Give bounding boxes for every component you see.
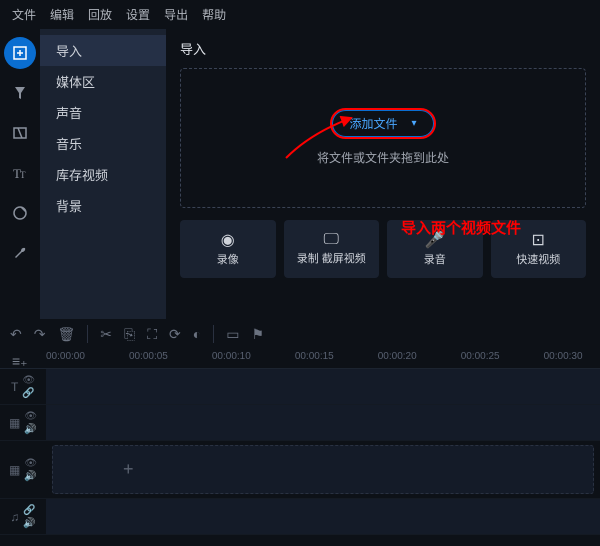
music-icon: ♫ [10, 510, 19, 524]
transition-icon[interactable]: ▭ [226, 326, 239, 343]
menu-export[interactable]: 导出 [158, 4, 194, 25]
import-panel: 导入 添加文件 ▾ 将文件或文件夹拖到此处 导入两个视频文件 ◉ 录像 🖵 录制… [166, 29, 600, 319]
time-ruler[interactable]: 00:00:00 00:00:05 00:00:10 00:00:15 00:0… [0, 349, 600, 369]
titles-icon[interactable]: TT [4, 157, 36, 189]
crop-icon[interactable]: ⛶ [147, 326, 157, 343]
panel-title: 导入 [180, 39, 586, 58]
speaker-icon[interactable]: 🔊 [24, 471, 37, 482]
plus-icon: + [123, 459, 134, 480]
capture-row: ◉ 录像 🖵 录制 截屏视频 🎤 录音 ⊡ 快速视频 [180, 220, 586, 278]
capture-video[interactable]: ◉ 录像 [180, 220, 276, 278]
delete-icon[interactable]: 🗑 [57, 326, 75, 343]
ruler-tick: 00:00:20 [378, 351, 417, 362]
svg-text:T: T [20, 170, 26, 180]
import-icon[interactable] [4, 37, 36, 69]
transitions-icon[interactable] [4, 117, 36, 149]
ruler-tick: 00:00:15 [295, 351, 334, 362]
link-icon[interactable]: 🔗 [22, 388, 35, 399]
ruler-tick: 00:00:30 [544, 351, 583, 362]
speaker-icon[interactable]: 🔊 [24, 424, 37, 435]
audio-track-head: ♫ 🔗 🔊 [0, 499, 46, 534]
speaker-icon[interactable]: 🔊 [23, 518, 35, 529]
monitor-icon: 🖵 [324, 231, 339, 249]
tool-rail: TT [0, 29, 40, 319]
sidebar-item-import[interactable]: 导入 [40, 35, 166, 66]
undo-icon[interactable]: ↶ [10, 326, 22, 343]
chevron-down-icon: ▾ [411, 118, 416, 129]
add-file-button[interactable]: 添加文件 ▾ [332, 110, 433, 137]
menu-playback[interactable]: 回放 [82, 4, 118, 25]
separator [87, 325, 88, 343]
timeline: ≡₊ 00:00:00 00:00:05 00:00:10 00:00:15 0… [0, 349, 600, 535]
sidebar-item-backgrounds[interactable]: 背景 [40, 190, 166, 221]
add-file-label: 添加文件 [349, 115, 397, 132]
bolt-icon: ⊡ [532, 230, 545, 250]
ruler-tick: 00:00:05 [129, 351, 168, 362]
sidebar-item-media[interactable]: 媒体区 [40, 66, 166, 97]
track-body[interactable] [46, 499, 600, 534]
add-track[interactable]: ▦ 👁 🔊 + [0, 441, 600, 499]
sidebar-item-sounds[interactable]: 声音 [40, 97, 166, 128]
redo-icon[interactable]: ↷ [34, 326, 46, 343]
drop-zone[interactable]: 添加文件 ▾ 将文件或文件夹拖到此处 [180, 68, 586, 208]
cut-icon[interactable]: ✂ [100, 326, 112, 343]
sidebar-item-music[interactable]: 音乐 [40, 128, 166, 159]
rotate-icon[interactable]: ⟳ [169, 326, 181, 343]
track-body[interactable] [46, 369, 600, 404]
add-track-body[interactable]: + [52, 445, 594, 494]
video-track[interactable]: ▦ 👁 🔊 [0, 405, 600, 441]
filters-icon[interactable] [4, 77, 36, 109]
sidebar-item-stock[interactable]: 库存视频 [40, 159, 166, 190]
capture-video-label: 录像 [217, 254, 239, 267]
drop-hint: 将文件或文件夹拖到此处 [317, 149, 449, 166]
menu-settings[interactable]: 设置 [120, 4, 156, 25]
tools-icon[interactable] [4, 237, 36, 269]
eye-icon[interactable]: 👁 [22, 375, 35, 386]
ruler-tick: 00:00:10 [212, 351, 251, 362]
video-icon: ▦ [9, 416, 20, 430]
capture-screen[interactable]: 🖵 录制 截屏视频 [284, 220, 380, 278]
annotation-text: 导入两个视频文件 [401, 217, 521, 238]
separator [213, 325, 214, 343]
camera-icon: ◉ [221, 230, 235, 250]
split-icon[interactable]: ⎘ [124, 326, 135, 343]
capture-audio-label: 录音 [424, 254, 446, 267]
title-track[interactable]: T 👁 🔗 [0, 369, 600, 405]
menu-file[interactable]: 文件 [6, 4, 42, 25]
audio-track[interactable]: ♫ 🔗 🔊 [0, 499, 600, 535]
add-track-icon[interactable]: ≡₊ [12, 353, 28, 370]
eye-icon[interactable]: 👁 [24, 411, 37, 422]
ruler-tick: 00:00:00 [46, 351, 85, 362]
capture-screen-label: 录制 截屏视频 [297, 253, 366, 266]
video-icon: ▦ [9, 463, 20, 477]
link-icon[interactable]: 🔗 [23, 505, 35, 516]
menu-help[interactable]: 帮助 [196, 4, 232, 25]
stickers-icon[interactable] [4, 197, 36, 229]
capture-quick-label: 快速视频 [516, 254, 560, 267]
menu-edit[interactable]: 编辑 [44, 4, 80, 25]
marker-icon[interactable]: ⚑ [251, 326, 264, 343]
menu-bar: 文件 编辑 回放 设置 导出 帮助 [0, 0, 600, 29]
import-sidebar: 导入 媒体区 声音 音乐 库存视频 背景 [40, 29, 166, 319]
eye-icon[interactable]: 👁 [24, 458, 37, 469]
title-track-head: T 👁 🔗 [0, 369, 46, 404]
timeline-toolbar: ↶ ↷ 🗑 ✂ ⎘ ⛶ ⟳ ◐ ▭ ⚑ [0, 319, 600, 349]
text-icon: T [11, 380, 18, 394]
ruler-tick: 00:00:25 [461, 351, 500, 362]
add-track-head: ▦ 👁 🔊 [0, 441, 46, 498]
color-icon[interactable]: ◐ [193, 326, 201, 342]
track-body[interactable] [46, 405, 600, 440]
video-track-head: ▦ 👁 🔊 [0, 405, 46, 440]
